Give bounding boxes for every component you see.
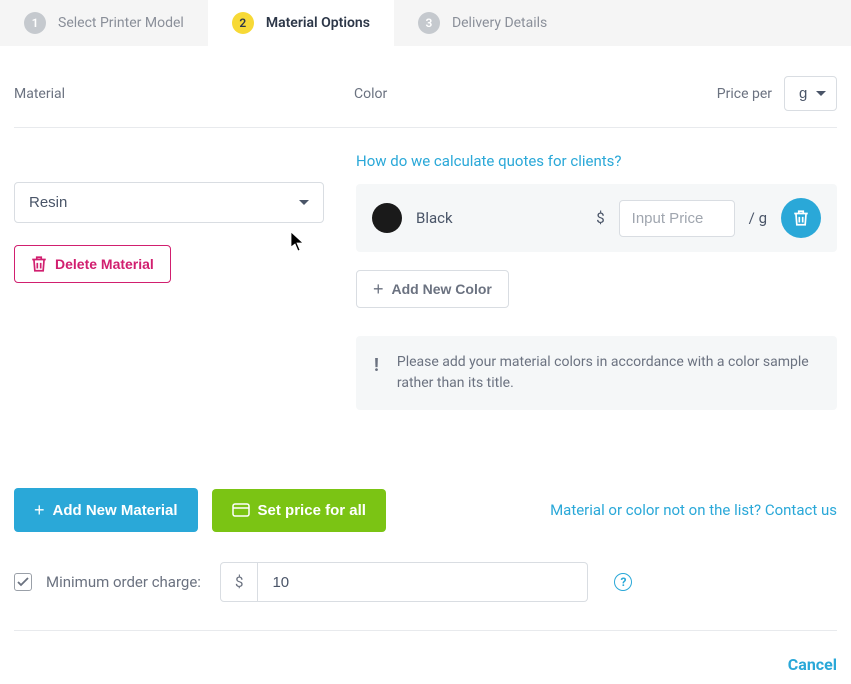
header-color: Color — [354, 86, 717, 102]
delete-material-button[interactable]: Delete Material — [14, 245, 171, 283]
info-box: ! Please add your material colors in acc… — [356, 336, 837, 410]
unit-select[interactable]: g — [784, 76, 837, 111]
check-icon — [17, 577, 29, 587]
min-order-row: Minimum order charge: $ ? — [14, 562, 837, 631]
min-order-checkbox[interactable] — [14, 573, 32, 591]
wizard-tabs: 1 Select Printer Model 2 Material Option… — [0, 0, 851, 46]
trash-icon — [793, 209, 809, 227]
plus-icon: + — [373, 280, 384, 298]
min-order-label: Minimum order charge: — [46, 573, 206, 591]
delete-color-button[interactable] — [781, 198, 821, 238]
tab-label: Select Printer Model — [58, 15, 184, 31]
tab-label: Delivery Details — [452, 15, 547, 31]
tab-material-options[interactable]: 2 Material Options — [208, 0, 394, 46]
add-color-button[interactable]: + Add New Color — [356, 270, 509, 308]
currency-prefix: $ — [220, 562, 258, 602]
set-price-label: Set price for all — [258, 502, 366, 519]
info-icon: ! — [374, 352, 379, 394]
add-material-button[interactable]: + Add New Material — [14, 488, 198, 532]
quote-calc-link[interactable]: How do we calculate quotes for clients? — [356, 152, 621, 170]
step-number: 1 — [24, 12, 46, 34]
color-swatch-black[interactable] — [372, 203, 402, 233]
header-material: Material — [14, 86, 354, 102]
help-icon[interactable]: ? — [614, 573, 632, 591]
color-row: Black $ / g — [356, 184, 837, 252]
column-headers: Material Color Price per g — [14, 46, 837, 128]
tab-label: Material Options — [266, 15, 370, 31]
plus-icon: + — [34, 501, 45, 519]
step-number: 3 — [418, 12, 440, 34]
cancel-button[interactable]: Cancel — [788, 655, 837, 674]
min-order-input[interactable] — [258, 562, 588, 602]
action-row: + Add New Material Set price for all Mat… — [14, 488, 837, 532]
price-input[interactable] — [619, 200, 735, 237]
step-number: 2 — [232, 12, 254, 34]
price-icon — [232, 503, 250, 517]
tab-select-printer[interactable]: 1 Select Printer Model — [0, 0, 208, 46]
add-material-label: Add New Material — [53, 502, 178, 519]
info-text: Please add your material colors in accor… — [397, 352, 819, 394]
contact-link[interactable]: Material or color not on the list? Conta… — [550, 501, 837, 519]
set-price-all-button[interactable]: Set price for all — [212, 489, 386, 532]
material-select[interactable]: Resin — [14, 182, 324, 223]
per-unit-label: / g — [749, 209, 767, 227]
add-color-label: Add New Color — [392, 281, 492, 297]
color-name: Black — [416, 209, 453, 227]
header-price-per: Price per — [717, 86, 772, 102]
trash-icon — [31, 255, 47, 273]
footer: Cancel — [0, 631, 851, 684]
delete-material-label: Delete Material — [55, 256, 154, 272]
currency-label: $ — [596, 209, 604, 227]
tab-delivery-details[interactable]: 3 Delivery Details — [394, 0, 571, 46]
